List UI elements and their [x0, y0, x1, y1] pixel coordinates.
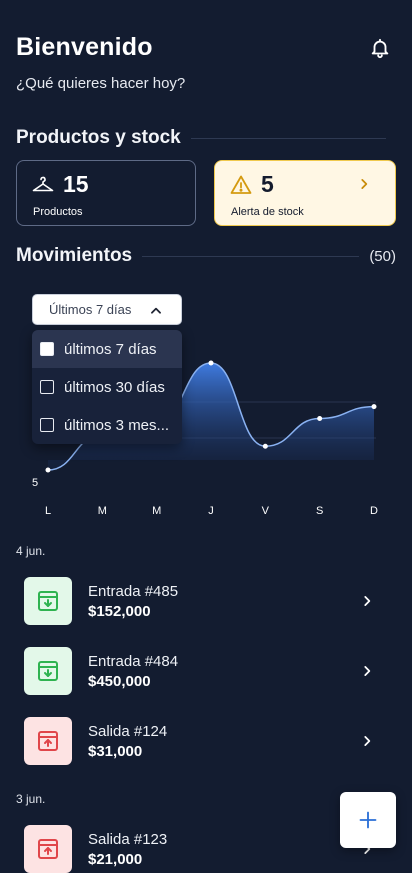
checkbox[interactable]: [40, 380, 54, 394]
products-section-title: Productos y stock: [16, 127, 181, 148]
transaction-amount: $450,000: [88, 673, 151, 690]
checkbox[interactable]: [40, 418, 54, 432]
hanger-icon: [32, 176, 54, 192]
checkbox[interactable]: [40, 342, 54, 356]
x-tick-label: D: [370, 505, 378, 517]
income-icon-tile: [24, 577, 72, 625]
x-tick-label: M: [98, 505, 107, 517]
date-header: 3 jun.: [16, 792, 46, 806]
movements-section-title: Movimientos: [16, 245, 133, 266]
transaction-amount: $21,000: [88, 851, 143, 868]
products-card[interactable]: 15 Productos: [16, 160, 196, 226]
period-option-label: últimos 3 mes...: [64, 416, 170, 434]
chevron-up-icon: [151, 307, 161, 314]
archive-out-icon: [38, 839, 58, 859]
transaction-name: Entrada #484: [88, 653, 179, 670]
date-header: 4 jun.: [16, 544, 46, 558]
period-option-label: últimos 30 días: [64, 378, 165, 396]
period-option-label: últimos 7 días: [64, 340, 157, 358]
expense-icon-tile: [24, 825, 72, 873]
x-tick-label: L: [45, 505, 51, 517]
archive-out-icon: [38, 731, 58, 751]
x-tick-label: M: [152, 505, 161, 517]
transaction-amount: $152,000: [88, 603, 151, 620]
period-dropdown[interactable]: Últimos 7 días: [32, 294, 182, 325]
products-label: Productos: [33, 206, 83, 218]
income-icon-tile: [24, 647, 72, 695]
add-movement-button[interactable]: [340, 792, 396, 848]
period-dropdown-menu: últimos 7 días últimos 30 días últimos 3…: [32, 330, 182, 444]
warning-icon: [230, 175, 252, 194]
section-divider: [190, 137, 386, 139]
transaction-name: Salida #123: [88, 831, 168, 848]
period-option[interactable]: últimos 7 días: [32, 330, 182, 368]
chevron-right-icon: [364, 596, 371, 606]
chart-point: [371, 404, 377, 410]
products-count: 15: [63, 171, 89, 197]
archive-in-icon: [38, 661, 58, 681]
stock-alert-count: 5: [261, 171, 274, 197]
transaction-row[interactable]: Salida #123 $21,000: [24, 825, 384, 873]
transaction-name: Entrada #485: [88, 583, 179, 600]
chevron-right-icon: [364, 736, 371, 746]
chart-point: [317, 415, 323, 421]
x-tick-label: J: [208, 505, 214, 517]
expense-icon-tile: [24, 717, 72, 765]
chevron-right-icon: [364, 666, 371, 676]
archive-in-icon: [38, 591, 58, 611]
transaction-name: Salida #124: [88, 723, 168, 740]
movements-section-header: Movimientos (50): [16, 245, 396, 267]
chart-point: [208, 360, 214, 366]
transaction-row[interactable]: Salida #124 $31,000: [24, 717, 384, 765]
movements-count: (50): [369, 247, 396, 265]
chart-point: [262, 443, 268, 449]
x-tick-label: S: [316, 505, 323, 517]
bell-icon[interactable]: [369, 37, 391, 59]
products-section-header: Productos y stock: [16, 127, 396, 149]
stock-alert-label: Alerta de stock: [231, 206, 304, 218]
chevron-right-icon: [361, 179, 368, 189]
period-dropdown-value: Últimos 7 días: [49, 302, 132, 317]
stock-alert-card[interactable]: 5 Alerta de stock: [214, 160, 396, 226]
section-divider: [142, 255, 360, 257]
transaction-amount: $31,000: [88, 743, 143, 760]
chart-point: [45, 467, 51, 473]
transaction-row[interactable]: Entrada #484 $450,000: [24, 647, 384, 695]
period-option[interactable]: últimos 3 mes...: [32, 406, 182, 444]
page-subtitle: ¿Qué quieres hacer hoy?: [16, 75, 186, 92]
transaction-row[interactable]: Entrada #485 $152,000: [24, 577, 384, 625]
period-option[interactable]: últimos 30 días: [32, 368, 182, 406]
x-tick-label: V: [262, 505, 270, 517]
y-tick-label: 5: [32, 477, 38, 489]
page-title: Bienvenido: [16, 33, 153, 61]
plus-icon: [359, 811, 377, 829]
